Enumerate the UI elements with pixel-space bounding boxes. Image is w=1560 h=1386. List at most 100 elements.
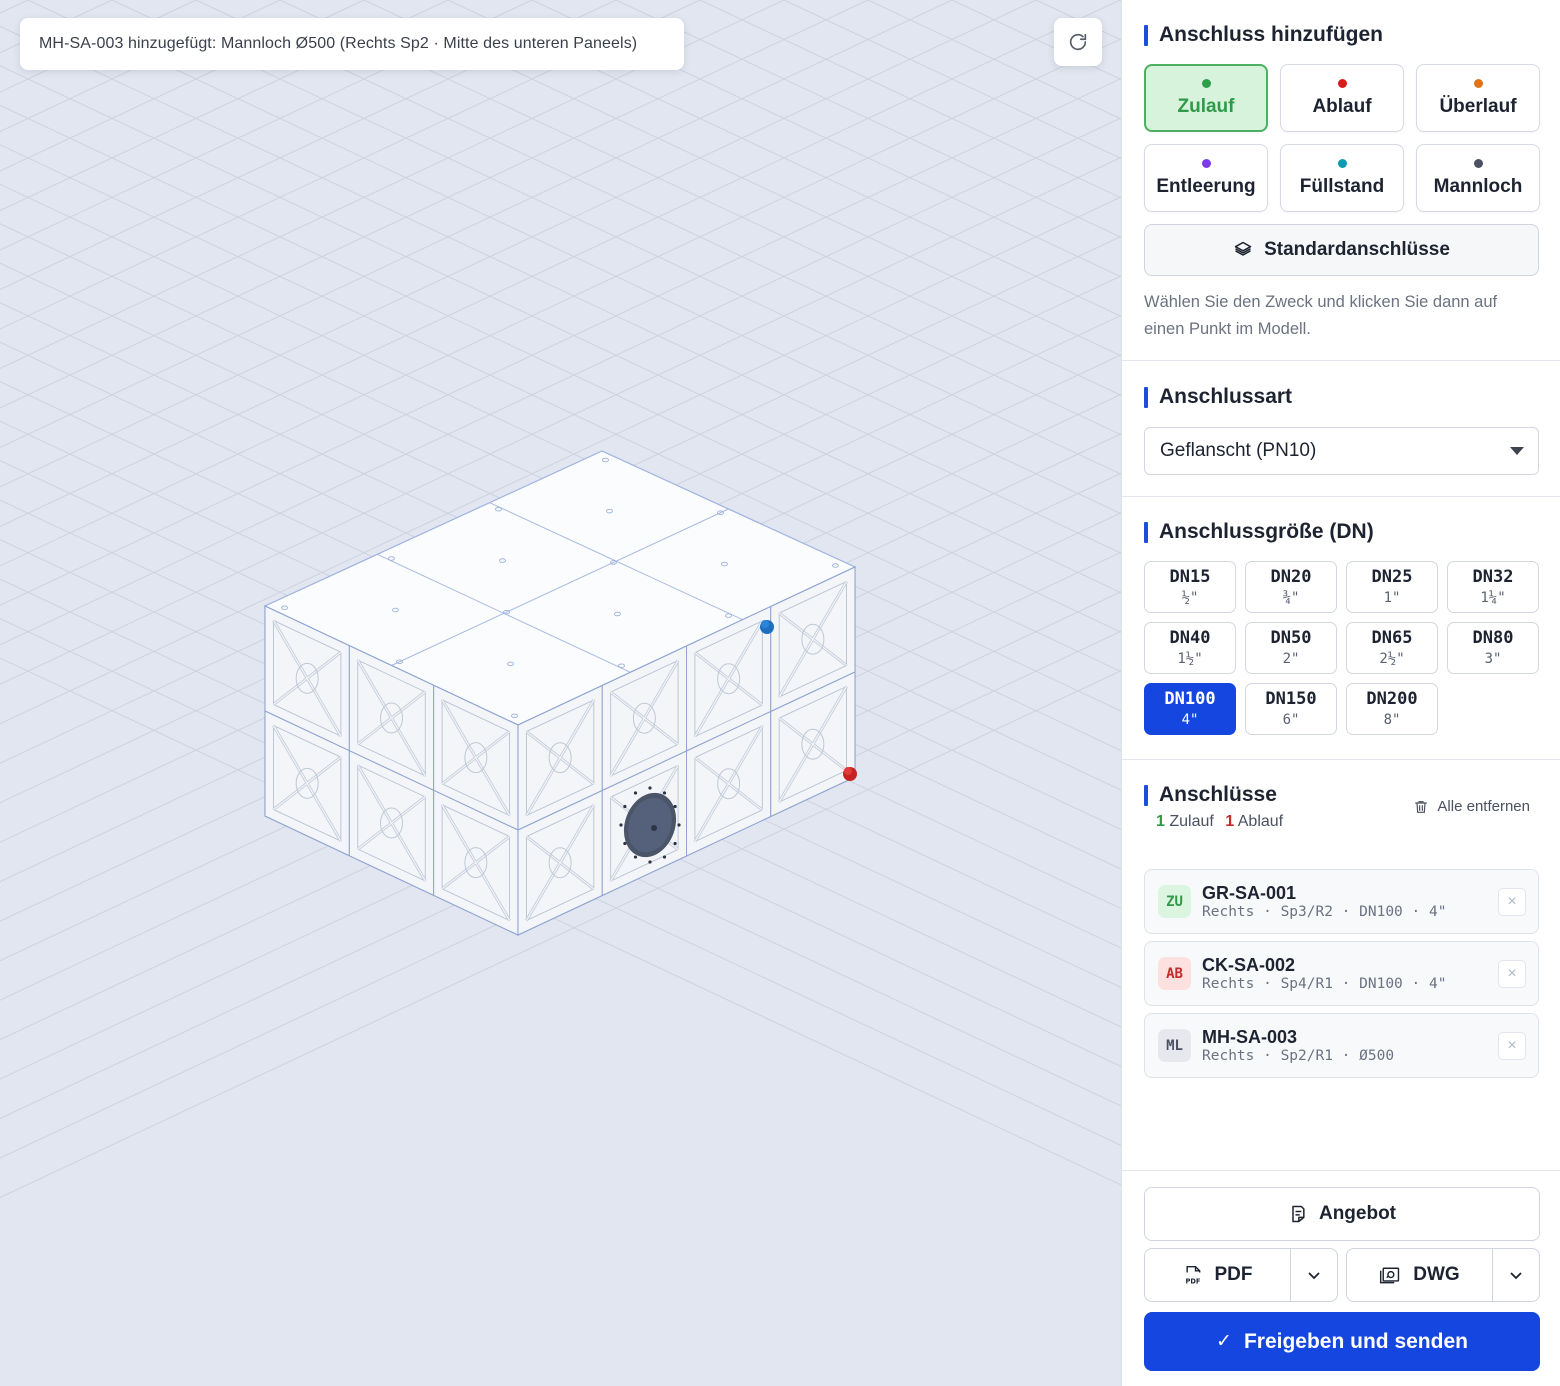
dn-button-dn65[interactable]: DN65 2½" xyxy=(1346,622,1438,674)
purpose-dot-icon xyxy=(1473,158,1483,168)
close-icon[interactable]: × xyxy=(1498,888,1526,916)
approve-and-send-button[interactable]: ✓ Freigeben und senden xyxy=(1144,1312,1540,1371)
purpose-button-überlauf[interactable]: Überlauf xyxy=(1416,64,1540,132)
action-footer: Angebot PDF PDF DWG ✓ Freigeben und send… xyxy=(1122,1170,1560,1386)
chevron-down-icon xyxy=(1510,1272,1522,1280)
purpose-label: Überlauf xyxy=(1439,95,1517,117)
connection-type-section: Anschlussart Geflanscht (PN10) xyxy=(1122,361,1560,497)
pdf-export-button[interactable]: PDF PDF xyxy=(1145,1249,1290,1301)
properties-sidebar: Anschluss hinzufügen Zulauf Ablauf Überlau… xyxy=(1121,0,1560,1386)
dn-button-dn50[interactable]: DN50 2" xyxy=(1245,622,1337,674)
inch-label: 2½" xyxy=(1379,651,1405,667)
connection-type-select[interactable]: Geflanscht (PN10) xyxy=(1144,427,1539,475)
inch-label: 1" xyxy=(1383,590,1401,606)
dn-button-dn200[interactable]: DN200 8" xyxy=(1346,683,1438,735)
quote-document-icon xyxy=(1292,1205,1305,1223)
dn-label: DN15 xyxy=(1169,567,1211,587)
dwg-file-icon xyxy=(1380,1267,1400,1284)
purpose-dot-icon xyxy=(1337,78,1347,88)
section-title-connection-size: Anschlussgröße (DN) xyxy=(1144,518,1539,546)
purpose-label: Zulauf xyxy=(1177,95,1235,117)
purpose-button-zulauf[interactable]: Zulauf xyxy=(1144,64,1268,132)
connection-item[interactable]: ML MH-SA-003 Rechts · Sp2/R1 · Ø500 × xyxy=(1144,1013,1539,1078)
purpose-dot-icon xyxy=(1201,78,1211,88)
purpose-button-mannloch[interactable]: Mannloch xyxy=(1416,144,1540,212)
purpose-button-ablauf[interactable]: Ablauf xyxy=(1280,64,1404,132)
pdf-file-icon: PDF xyxy=(1185,1265,1200,1285)
chevron-down-icon xyxy=(1510,447,1524,455)
section-title-connection-type: Anschlussart xyxy=(1144,383,1539,411)
dn-label: DN25 xyxy=(1371,567,1413,587)
tank-scene[interactable] xyxy=(0,0,1121,1386)
instruction-hint: Wählen Sie den Zweck und klicken Sie dan… xyxy=(1144,293,1498,338)
purpose-label: Füllstand xyxy=(1299,175,1385,197)
selected-connection-type: Geflanscht (PN10) xyxy=(1160,440,1317,461)
purpose-button-füllstand[interactable]: Füllstand xyxy=(1280,144,1404,212)
inch-label: 2" xyxy=(1282,651,1300,667)
connection-id: MH-SA-003 xyxy=(1202,1026,1298,1047)
dn-label: DN40 xyxy=(1169,628,1211,648)
connections-list-section: Anschlüsse 1 Zulauf 1 Ablauf Alle entfer… xyxy=(1122,760,1560,1172)
connection-counts: 1 Zulauf 1 Ablauf xyxy=(1156,813,1284,830)
close-icon[interactable]: × xyxy=(1498,960,1526,988)
inch-label: ½" xyxy=(1181,590,1199,606)
connection-id: GR-SA-001 xyxy=(1202,882,1297,903)
dn-button-dn15[interactable]: DN15 ½" xyxy=(1144,561,1236,613)
dn-label: DN65 xyxy=(1371,628,1413,648)
inch-label: 1¼" xyxy=(1480,590,1506,606)
add-connection-section: Anschluss hinzufügen Zulauf Ablauf Überlau… xyxy=(1122,0,1560,361)
remove-all-button[interactable]: Alle entfernen xyxy=(1413,798,1530,815)
connection-item[interactable]: AB CK-SA-002 Rechts · Sp4/R1 · DN100 · 4" × xyxy=(1144,941,1539,1006)
connection-type-badge: ML xyxy=(1158,1029,1191,1062)
dn-label: DN200 xyxy=(1366,689,1418,709)
check-icon: ✓ xyxy=(1216,1331,1232,1352)
dn-label: DN32 xyxy=(1472,567,1514,587)
refresh-icon xyxy=(1069,33,1087,51)
dn-button-dn32[interactable]: DN32 1¼" xyxy=(1447,561,1539,613)
section-title-add-connection: Anschluss hinzufügen xyxy=(1144,21,1539,49)
model-viewport[interactable]: MH-SA-003 hinzugefügt: Mannloch Ø500 (Re… xyxy=(0,0,1121,1386)
dwg-export-split-button: DWG xyxy=(1346,1248,1540,1302)
close-icon[interactable]: × xyxy=(1498,1032,1526,1060)
quote-button[interactable]: Angebot xyxy=(1144,1187,1540,1241)
dn-button-dn20[interactable]: DN20 ¾" xyxy=(1245,561,1337,613)
reset-view-button[interactable] xyxy=(1054,18,1102,66)
purpose-grid: Zulauf Ablauf Überlauf Entleerung Füllstand M… xyxy=(1144,64,1540,212)
dn-label: DN50 xyxy=(1270,628,1312,648)
connection-type-badge: AB xyxy=(1158,957,1191,990)
connection-type-badge: ZU xyxy=(1158,885,1191,918)
purpose-label: Mannloch xyxy=(1433,175,1523,197)
purpose-dot-icon xyxy=(1473,78,1483,88)
inch-label: 3" xyxy=(1484,651,1502,667)
dn-button-dn100[interactable]: DN100 4" xyxy=(1144,683,1236,735)
inch-label: 1½" xyxy=(1177,651,1203,667)
connection-list: ZU GR-SA-001 Rechts · Sp3/R2 · DN100 · 4" ×… xyxy=(1144,869,1539,1078)
purpose-button-entleerung[interactable]: Entleerung xyxy=(1144,144,1268,212)
dn-button-dn25[interactable]: DN25 1" xyxy=(1346,561,1438,613)
standard-connections-button[interactable]: Standardanschlüsse xyxy=(1144,224,1539,276)
pdf-options-dropdown[interactable] xyxy=(1290,1249,1337,1301)
dn-label: DN100 xyxy=(1164,689,1216,709)
inch-label: 8" xyxy=(1383,712,1401,728)
inch-label: ¾" xyxy=(1282,590,1300,606)
chevron-down-icon xyxy=(1308,1272,1320,1280)
dn-size-grid: DN15 ½" DN20 ¾" DN25 1" DN32 1¼" DN40 1½" DN50 2" DN… xyxy=(1144,561,1539,735)
purpose-dot-icon xyxy=(1337,158,1347,168)
inlet-marker xyxy=(760,620,774,634)
dwg-export-button[interactable]: DWG xyxy=(1347,1249,1492,1301)
dn-button-dn40[interactable]: DN40 1½" xyxy=(1144,622,1236,674)
dn-button-dn80[interactable]: DN80 3" xyxy=(1447,622,1539,674)
connection-id: CK-SA-002 xyxy=(1202,954,1296,975)
inch-label: 6" xyxy=(1282,712,1300,728)
outlet-marker xyxy=(843,767,857,781)
dn-button-dn150[interactable]: DN150 6" xyxy=(1245,683,1337,735)
connection-meta: Rechts · Sp2/R1 · Ø500 xyxy=(1202,1047,1395,1064)
dn-label: DN20 xyxy=(1270,567,1312,587)
connection-size-section: Anschlussgröße (DN) DN15 ½" DN20 ¾" DN25 1" DN… xyxy=(1122,497,1560,760)
notification-toast: MH-SA-003 hinzugefügt: Mannloch Ø500 (Re… xyxy=(20,18,684,70)
dwg-options-dropdown[interactable] xyxy=(1492,1249,1539,1301)
dn-label: DN150 xyxy=(1265,689,1317,709)
connection-meta: Rechts · Sp4/R1 · DN100 · 4" xyxy=(1202,975,1447,992)
connection-item[interactable]: ZU GR-SA-001 Rechts · Sp3/R2 · DN100 · 4" × xyxy=(1144,869,1539,934)
connection-meta: Rechts · Sp3/R2 · DN100 · 4" xyxy=(1202,903,1447,920)
